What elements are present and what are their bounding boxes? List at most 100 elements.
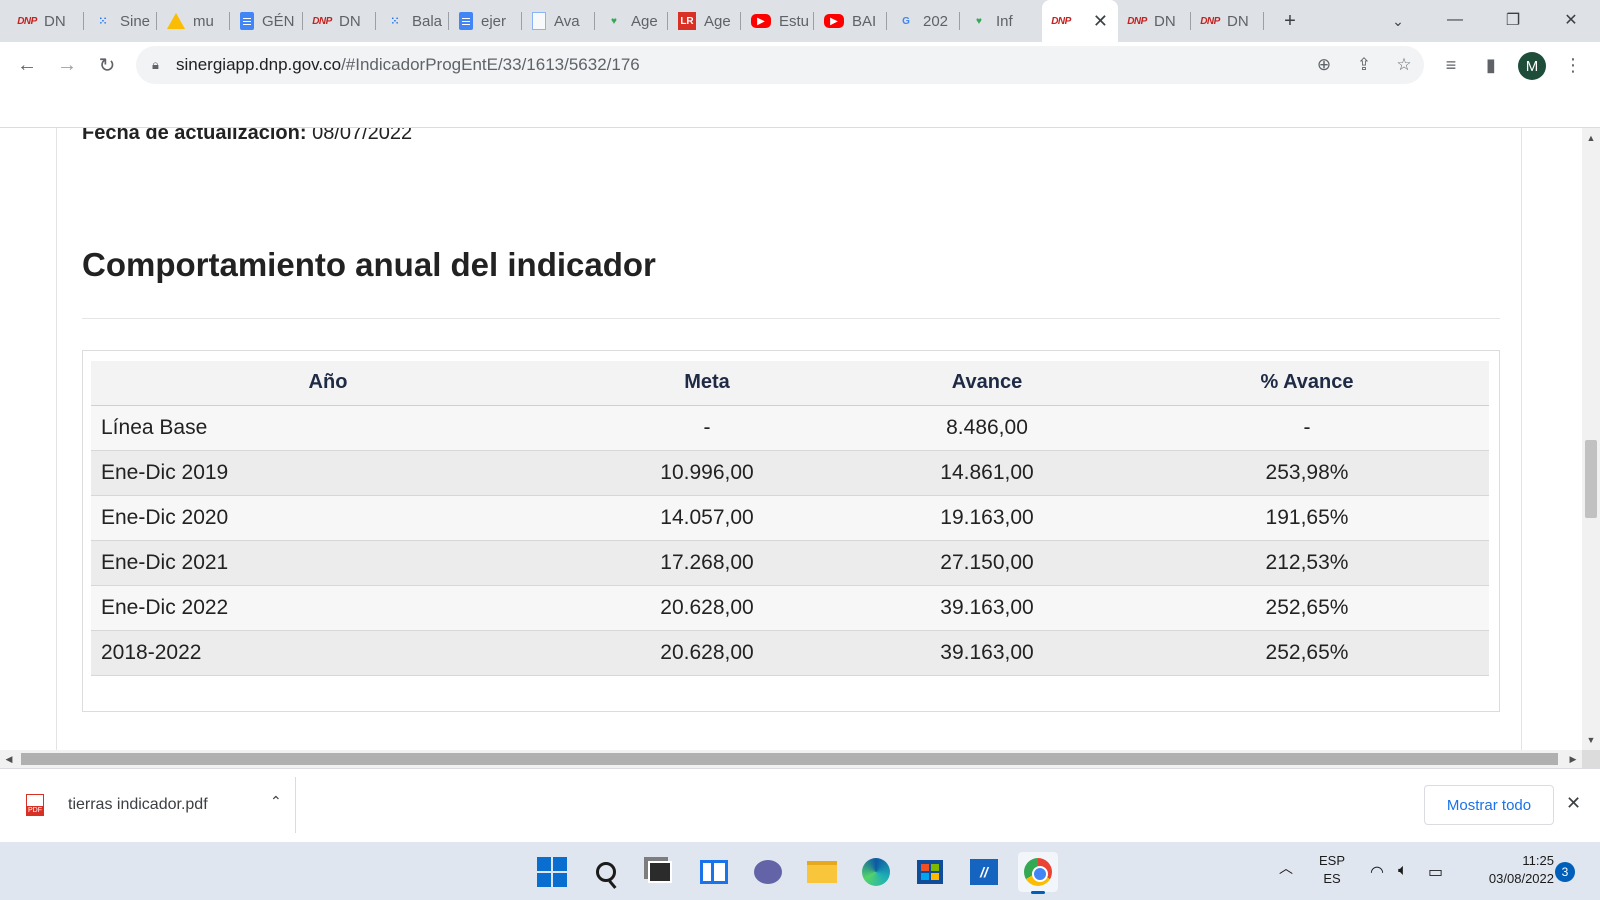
share-icon[interactable]: ⇪ <box>1352 53 1376 77</box>
browser-tab[interactable]: ⁙ Bala <box>376 6 446 36</box>
forward-button[interactable]: → <box>50 48 84 82</box>
menu-kebab-icon[interactable]: ⋮ <box>1560 52 1586 78</box>
tab-title: DN <box>1227 12 1249 30</box>
restore-button[interactable]: ❐ <box>1486 4 1540 36</box>
chevron-up-icon[interactable]: ⌃ <box>270 793 282 810</box>
scrollbar-corner <box>1582 750 1600 768</box>
tab-title: Age <box>631 12 658 30</box>
cell-meta: 17.268,00 <box>565 540 849 586</box>
browser-tab[interactable]: ▶ Estu <box>741 6 811 36</box>
browser-tab[interactable]: DNP DN <box>8 6 78 36</box>
page-viewport[interactable]: Fecha de actualización: 08/07/2022 Compo… <box>0 128 1582 750</box>
table-row: Ene-Dic 2019 10.996,00 14.861,00 253,98% <box>91 450 1489 496</box>
browser-tab[interactable]: G 202 <box>887 6 957 36</box>
language-indicator[interactable]: ESP ES <box>1312 852 1352 888</box>
browser-tab-active[interactable]: DNP ✕ <box>1042 0 1118 42</box>
vertical-scrollbar[interactable]: ▲ ▼ <box>1582 128 1600 750</box>
side-panel-icon[interactable]: ▮ <box>1478 52 1504 78</box>
download-shelf: PDF tierras indicador.pdf ⌃ Mostrar todo… <box>0 768 1600 842</box>
chat-icon[interactable] <box>748 852 788 892</box>
clock-time: 11:25 <box>1522 853 1554 868</box>
column-header-year: Año <box>91 361 565 406</box>
browser-tab[interactable]: mu <box>157 6 227 36</box>
tab-title: DN <box>339 12 361 30</box>
scroll-down-arrow-icon[interactable]: ▼ <box>1582 732 1600 748</box>
scroll-up-arrow-icon[interactable]: ▲ <box>1582 130 1600 146</box>
vertical-scroll-thumb[interactable] <box>1585 440 1597 518</box>
cell-meta: - <box>565 405 849 451</box>
browser-tab[interactable]: DNP DN <box>303 6 373 36</box>
back-button[interactable]: ← <box>10 48 44 82</box>
address-bar[interactable]: 🔒︎ sinergiapp.dnp.gov.co/#IndicadorProgE… <box>136 46 1424 84</box>
table-header-row: Año Meta Avance % Avance <box>91 361 1489 406</box>
windows-logo-icon <box>537 857 567 887</box>
show-all-button[interactable]: Mostrar todo <box>1424 785 1554 825</box>
cell-meta: 10.996,00 <box>565 450 849 496</box>
dots-icon: ⁙ <box>390 15 400 27</box>
horizontal-scroll-thumb[interactable] <box>21 753 1558 765</box>
store-icon[interactable] <box>910 852 950 892</box>
tab-search-icon[interactable]: ⌄ <box>1380 6 1416 36</box>
widgets-icon[interactable] <box>694 852 734 892</box>
cell-avance: 8.486,00 <box>849 405 1125 451</box>
browser-tab[interactable]: ♥ Inf <box>960 6 1030 36</box>
cell-avance: 14.861,00 <box>849 450 1125 496</box>
cell-meta: 20.628,00 <box>565 585 849 631</box>
dnp-icon: DNP <box>17 15 37 27</box>
browser-tab[interactable]: Ava <box>522 6 592 36</box>
youtube-icon: ▶ <box>824 14 844 28</box>
app-icon[interactable]: // <box>964 852 1004 892</box>
system-clock[interactable]: 11:25 03/08/2022 <box>1464 852 1554 888</box>
dnp-icon: DNP <box>312 15 332 27</box>
lock-icon[interactable]: 🔒︎ <box>152 57 166 73</box>
tab-title: GÉN <box>262 12 295 30</box>
cell-percent: 212,53% <box>1125 540 1489 586</box>
download-file-name: tierras indicador.pdf <box>68 796 208 813</box>
browser-tab[interactable]: ♥ Age <box>595 6 665 36</box>
download-item[interactable]: PDF tierras indicador.pdf ⌃ <box>18 779 294 831</box>
url-text[interactable]: sinergiapp.dnp.gov.co/#IndicadorProgEntE… <box>176 55 640 75</box>
browser-tab[interactable]: DNP DN <box>1191 6 1261 36</box>
scroll-left-arrow-icon[interactable]: ◀ <box>0 750 18 768</box>
window-close-button[interactable]: ✕ <box>1544 4 1598 36</box>
drive-icon <box>167 13 185 29</box>
reading-list-icon[interactable]: ≡ <box>1438 52 1464 78</box>
chrome-icon[interactable] <box>1018 852 1058 894</box>
clock-date: 03/08/2022 <box>1488 871 1554 886</box>
bookmark-star-icon[interactable]: ☆ <box>1392 53 1416 77</box>
browser-tab[interactable]: DNP DN <box>1118 6 1190 36</box>
dnp-icon: DNP <box>1051 15 1071 27</box>
tray-overflow-chevron-icon[interactable]: ︿ <box>1279 858 1293 878</box>
horizontal-scrollbar[interactable]: ◀ ▶ <box>0 750 1582 768</box>
tab-title: BAI <box>852 12 877 30</box>
cell-percent: 252,65% <box>1125 630 1489 676</box>
cell-percent: - <box>1125 405 1489 451</box>
task-view-icon[interactable] <box>640 852 680 892</box>
file-explorer-icon[interactable] <box>802 852 842 892</box>
search-icon[interactable] <box>586 852 626 892</box>
zoom-icon[interactable]: ⊕ <box>1312 53 1336 77</box>
browser-tab[interactable]: ejer <box>449 6 519 36</box>
notification-badge[interactable]: 3 <box>1555 862 1575 882</box>
browser-tab[interactable]: ▶ BAI <box>814 6 884 36</box>
browser-tab[interactable]: GÉN <box>230 6 300 36</box>
reload-button[interactable]: ↻ <box>90 48 124 82</box>
close-shelf-icon[interactable]: ✕ <box>1566 793 1581 814</box>
scroll-right-arrow-icon[interactable]: ▶ <box>1564 750 1582 768</box>
volume-icon[interactable]: 🔈︎ <box>1398 862 1408 880</box>
minimize-button[interactable]: — <box>1428 4 1482 36</box>
update-date-value: 08/07/2022 <box>312 128 413 144</box>
wifi-icon[interactable]: ◠ <box>1370 862 1384 882</box>
close-tab-icon[interactable]: ✕ <box>1093 11 1108 32</box>
battery-icon[interactable]: ▭ <box>1428 862 1443 882</box>
profile-avatar[interactable]: M <box>1518 52 1546 80</box>
column-header-meta: Meta <box>565 361 849 406</box>
start-button[interactable] <box>532 852 572 892</box>
section-divider <box>82 318 1500 319</box>
new-tab-button[interactable]: + <box>1272 6 1308 36</box>
youtube-icon: ▶ <box>751 14 771 28</box>
browser-tab[interactable]: LR Age <box>668 6 738 36</box>
browser-tab[interactable]: ⁙ Sine <box>84 6 154 36</box>
edge-icon[interactable] <box>856 852 896 892</box>
tab-title: Age <box>704 12 731 30</box>
